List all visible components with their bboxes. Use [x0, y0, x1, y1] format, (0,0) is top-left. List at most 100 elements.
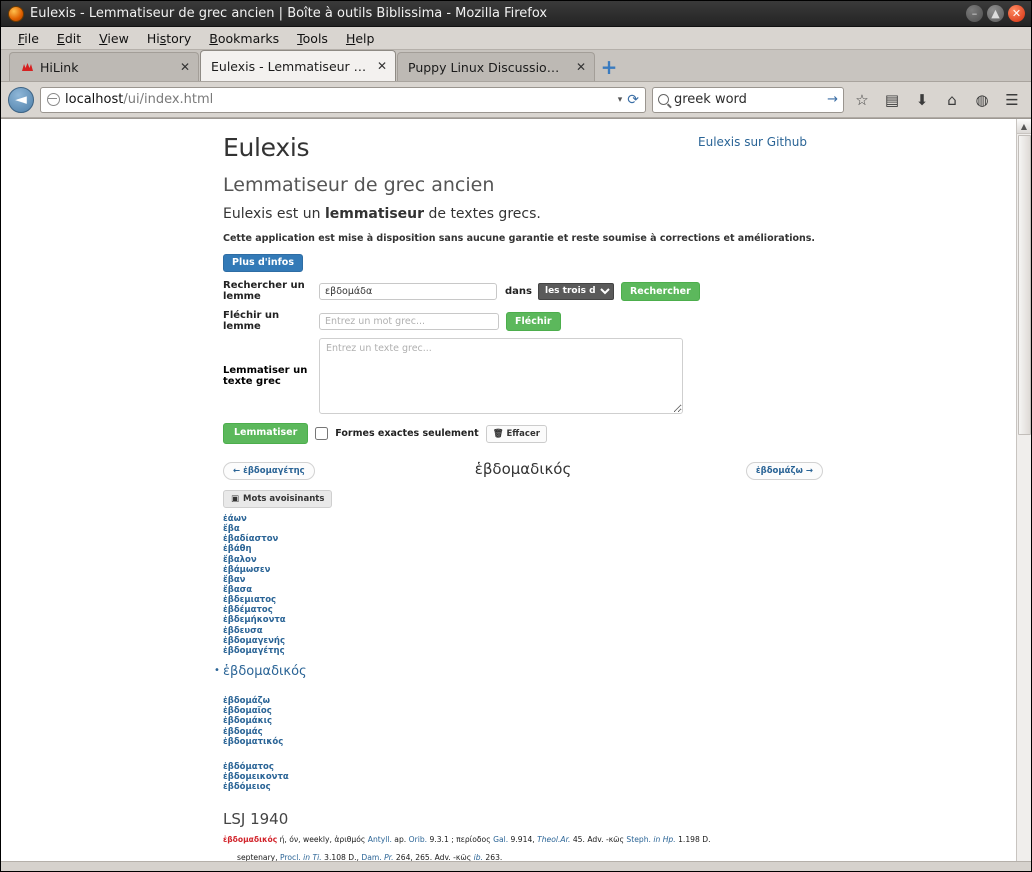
bibliography-ref[interactable]: Orib. — [409, 835, 427, 844]
bibliography-ref[interactable]: Antyll. — [368, 835, 392, 844]
more-info-button[interactable]: Plus d'infos — [223, 254, 303, 273]
tab-close-icon[interactable]: ✕ — [377, 59, 387, 73]
back-arrow-icon[interactable]: ◄ — [8, 86, 34, 113]
navigation-toolbar: ◄ localhost/ui/index.html ▾ ⟳ greek word… — [1, 82, 1031, 118]
neighbor-word-item[interactable]: ἔβαλον — [223, 555, 823, 565]
greek-text-area[interactable] — [319, 338, 683, 415]
effacer-button[interactable]: 🗑 Effacer — [485, 424, 547, 443]
flechir-button[interactable]: Fléchir — [506, 311, 561, 331]
tab-close-icon[interactable]: ✕ — [576, 60, 586, 74]
search-bar[interactable]: greek word → — [652, 86, 844, 113]
neighbor-word-item[interactable]: ἑβδομάς — [223, 727, 823, 737]
entry-text: , ἀριθμός — [329, 835, 368, 845]
search-submit-icon[interactable]: → — [827, 92, 838, 107]
trash-icon: 🗑 — [492, 428, 504, 439]
github-link[interactable]: Eulexis sur Github — [698, 135, 807, 149]
bibliography-ref[interactable]: Pr. — [382, 853, 393, 861]
dictionary-select[interactable]: les trois dicos — [537, 282, 614, 300]
bookmark-star-icon[interactable]: ☆ — [850, 87, 874, 113]
lemmatiser-button[interactable]: Lemmatiser — [223, 423, 309, 444]
menu-file[interactable]: FFileile — [9, 29, 48, 48]
bibliography-ref[interactable]: Hp. — [663, 835, 676, 844]
bibliography-ref[interactable]: Theol.Ar. — [537, 835, 570, 844]
neighbor-word-item[interactable]: ἔβασα — [223, 585, 823, 595]
neighbor-word-item[interactable]: ἑβδοματικός — [223, 737, 823, 747]
next-lemma-button[interactable]: ἑβδομάζω → — [745, 461, 823, 480]
close-button[interactable]: ✕ — [1008, 5, 1025, 22]
scroll-up-arrow-icon[interactable]: ▲ — [1017, 119, 1031, 134]
tab-hilink[interactable]: HiLink ✕ — [9, 52, 199, 81]
bibliography-ref[interactable]: Steph. — [626, 835, 651, 844]
flechir-input[interactable] — [319, 312, 499, 330]
neighbor-word-item[interactable]: ἑβδομαγενής — [223, 636, 823, 646]
wordlist-spacer — [223, 681, 823, 690]
lead-suffix: de textes grecs. — [424, 206, 541, 222]
window-controls: – ▲ ✕ — [966, 5, 1025, 22]
exact-forms-checkbox[interactable] — [315, 427, 329, 441]
neighbor-word-item[interactable]: ἑβδόμειος — [223, 782, 823, 792]
tab-close-icon[interactable]: ✕ — [180, 60, 190, 74]
bibliography-ref[interactable]: ib. — [474, 853, 483, 861]
entry-text: 263. — [483, 852, 503, 861]
menu-help[interactable]: Help — [337, 29, 384, 48]
neighbor-word-item[interactable]: ἑβδομάκις — [223, 716, 823, 726]
url-bar[interactable]: localhost/ui/index.html ▾ ⟳ — [40, 86, 646, 113]
neighbor-word-item[interactable]: ἑβδεμήκοντα — [223, 615, 823, 625]
page-lead: Eulexis est un lemmatiseur de textes gre… — [223, 206, 823, 222]
chevron-down-icon[interactable]: ▾ — [618, 95, 623, 105]
bibliography-ref[interactable]: Dam. — [361, 853, 381, 861]
neighbor-word-item[interactable]: ἑβδέματος — [223, 605, 823, 615]
menu-history[interactable]: History — [138, 29, 200, 48]
eulexis-page: Eulexis sur Github Eulexis Lemmatiseur d… — [1, 119, 1016, 861]
neighbor-words-current: ἑβδομαδικός — [214, 661, 823, 681]
bibliography-ref[interactable]: Procl. — [280, 853, 301, 861]
menu-tools[interactable]: Tools — [288, 29, 337, 48]
next-lemma-label: ἑβδομάζω — [755, 465, 803, 476]
bibliography-ref[interactable]: Gal. — [493, 835, 508, 844]
neighbor-word-item[interactable]: ἑβδομαδικός — [214, 661, 823, 681]
neighbor-word-item[interactable]: ἔβα — [223, 524, 823, 534]
tab-bar: HiLink ✕ Eulexis - Lemmatiseur d... ✕ Pu… — [1, 50, 1031, 82]
minimize-button[interactable]: – — [966, 5, 983, 22]
neighbor-word-item[interactable]: ἑβδομαῖος — [223, 706, 823, 716]
neighbor-word-item[interactable]: ἑβδεμιατος — [223, 595, 823, 605]
search-lemma-input[interactable] — [319, 282, 497, 300]
reader-list-icon[interactable]: ▤ — [880, 87, 904, 113]
page-inner: Eulexis sur Github Eulexis Lemmatiseur d… — [214, 133, 823, 861]
hamburger-menu-icon[interactable]: ☰ — [1000, 87, 1024, 113]
lead-prefix: Eulexis est un — [223, 206, 325, 222]
neighbor-word-item[interactable]: ἑβδομάζω — [223, 696, 823, 706]
sync-globe-icon[interactable]: ◍ — [970, 87, 994, 113]
maximize-button[interactable]: ▲ — [987, 5, 1004, 22]
menu-bookmarks[interactable]: Bookmarks — [200, 29, 288, 48]
vertical-scrollbar[interactable]: ▲ — [1016, 119, 1031, 861]
neighbor-word-item[interactable]: ἔβαν — [223, 575, 823, 585]
menu-edit[interactable]: Edit — [48, 29, 90, 48]
neighbor-word-item[interactable]: ἑβδευσα — [223, 626, 823, 636]
lead-bold: lemmatiseur — [324, 206, 425, 222]
menu-view[interactable]: View — [90, 29, 138, 48]
dictionary-sections: LSJ 1940 ἑβδομαδικός ή, όν, weekly, ἀριθμ… — [223, 810, 823, 861]
bibliography-ref[interactable]: Ti. — [313, 853, 322, 861]
new-tab-button[interactable]: + — [596, 53, 622, 81]
reload-icon[interactable]: ⟳ — [627, 92, 641, 108]
neighbor-word-item[interactable]: ἐβάμωσεν — [223, 565, 823, 575]
neighbor-word-item[interactable]: ἐβάθη — [223, 544, 823, 554]
neighbors-button[interactable]: ▣ Mots avoisinants — [223, 489, 333, 508]
neighbor-word-item[interactable]: ἑβδομαγέτης — [223, 646, 823, 656]
tab-puppy-linux[interactable]: Puppy Linux Discussion F... ✕ — [397, 52, 595, 81]
url-path: /ui/index.html — [123, 92, 214, 107]
search-input-value[interactable]: greek word — [674, 92, 822, 107]
download-arrow-icon[interactable]: ⬇ — [910, 87, 934, 113]
bibliography-ref[interactable]: in — [651, 835, 663, 844]
neighbor-word-item[interactable]: ἐβαδίαστον — [223, 534, 823, 544]
tab-eulexis[interactable]: Eulexis - Lemmatiseur d... ✕ — [200, 50, 396, 81]
bibliography-ref[interactable]: in — [301, 853, 313, 861]
exact-forms-label: Formes exactes seulement — [335, 428, 479, 440]
neighbor-word-item[interactable]: ἑβδόματος — [223, 762, 823, 772]
scrollbar-thumb[interactable] — [1018, 135, 1031, 435]
neighbor-word-item[interactable]: ἐάων — [223, 514, 823, 524]
neighbor-word-item[interactable]: ἑβδομεικοντα — [223, 772, 823, 782]
search-button[interactable]: Rechercher — [620, 281, 700, 301]
home-icon[interactable]: ⌂ — [940, 87, 964, 113]
